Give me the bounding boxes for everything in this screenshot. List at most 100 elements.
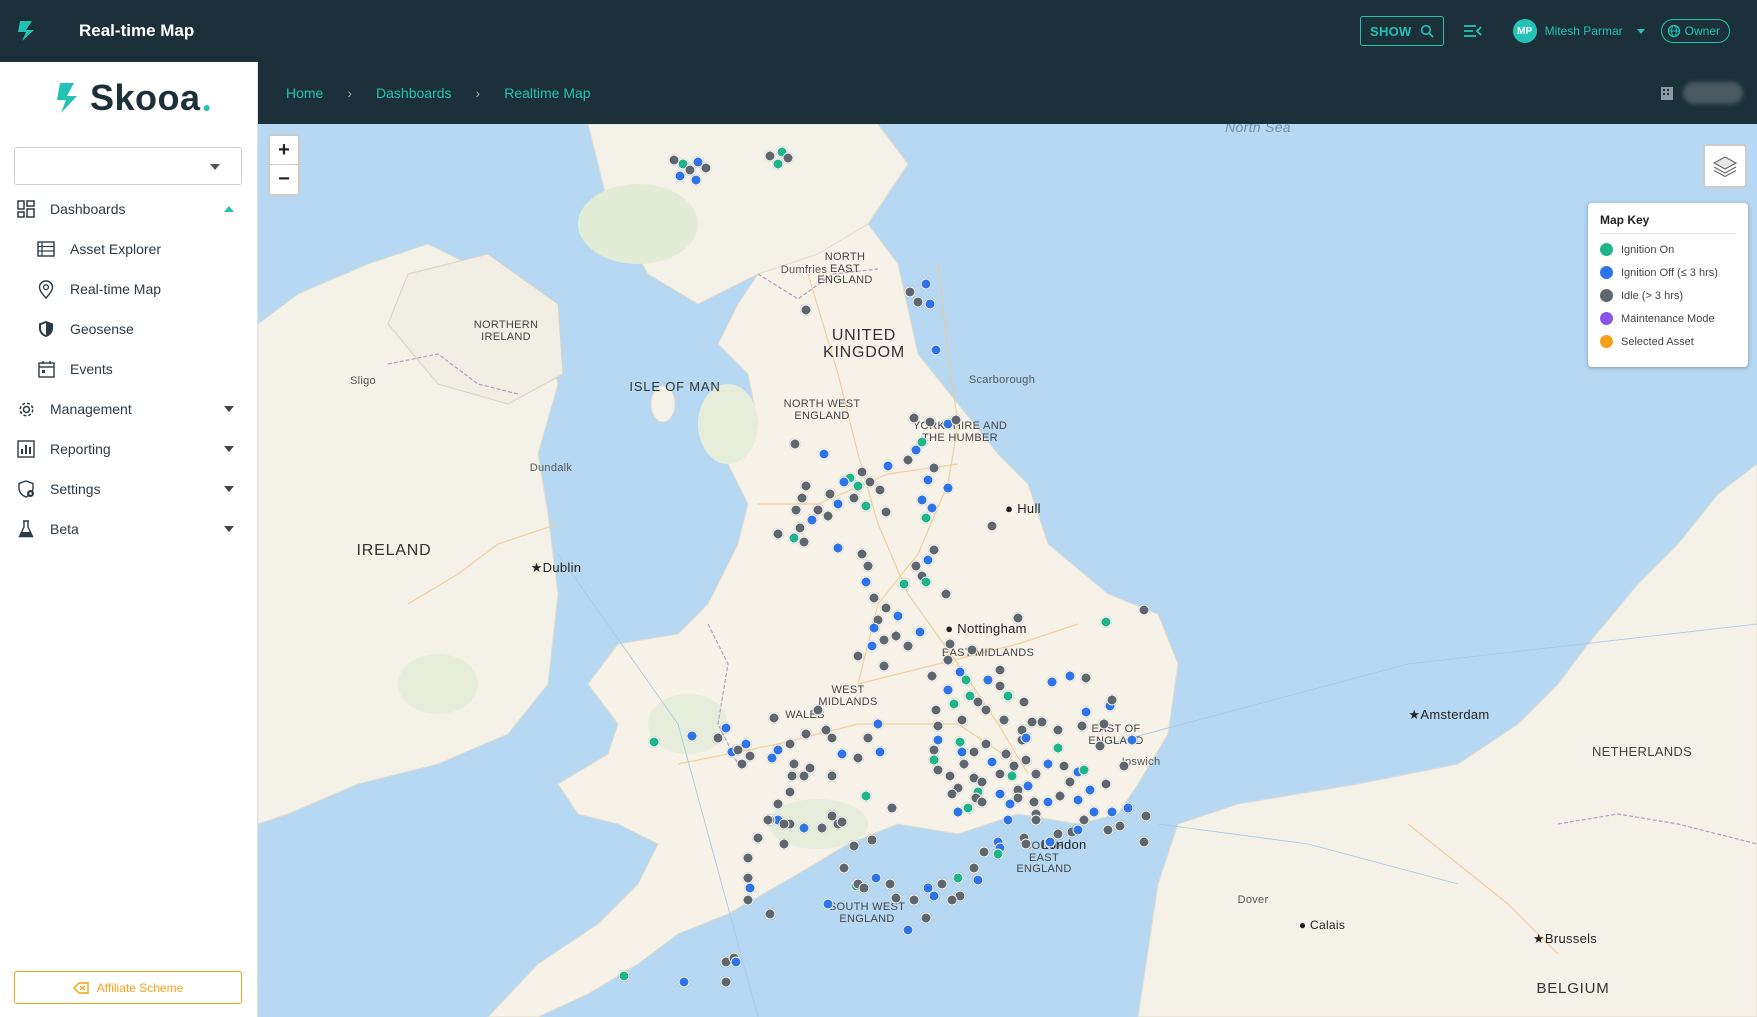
asset-marker[interactable] [1020, 838, 1032, 850]
asset-marker[interactable] [1012, 792, 1024, 804]
asset-marker[interactable] [836, 748, 848, 760]
sidebar-item-dashboards[interactable]: Dashboards [0, 191, 258, 227]
asset-marker[interactable] [762, 814, 774, 826]
breadcrumb-home[interactable]: Home [286, 85, 323, 101]
brand-logo[interactable]: Skooa ● [52, 77, 211, 119]
asset-marker[interactable] [784, 786, 796, 798]
asset-marker[interactable] [822, 510, 834, 522]
role-badge[interactable]: Owner [1660, 19, 1730, 43]
asset-marker[interactable] [800, 728, 812, 740]
sidebar-item-realtime-map[interactable]: Real-time Map [0, 271, 258, 307]
asset-marker[interactable] [956, 714, 968, 726]
asset-marker[interactable] [890, 892, 902, 904]
asset-marker[interactable] [994, 664, 1006, 676]
asset-marker[interactable] [902, 640, 914, 652]
asset-marker[interactable] [968, 862, 980, 874]
asset-marker[interactable] [986, 520, 998, 532]
asset-marker[interactable] [1084, 784, 1096, 796]
asset-marker[interactable] [902, 924, 914, 936]
asset-marker[interactable] [790, 504, 802, 516]
asset-marker[interactable] [766, 752, 778, 764]
asset-marker[interactable] [994, 768, 1006, 780]
asset-marker[interactable] [674, 170, 686, 182]
asset-marker[interactable] [744, 882, 756, 894]
realtime-map[interactable]: North Sea Dumfries NORTH EAST ENGLAND UN… [258, 124, 1757, 1017]
asset-marker[interactable] [1000, 748, 1012, 760]
asset-marker[interactable] [982, 674, 994, 686]
asset-marker[interactable] [1140, 810, 1152, 822]
asset-marker[interactable] [944, 638, 956, 650]
asset-marker[interactable] [924, 416, 936, 428]
asset-marker[interactable] [1106, 806, 1118, 818]
sidebar-item-beta[interactable]: Beta [0, 511, 258, 547]
asset-marker[interactable] [838, 476, 850, 488]
asset-marker[interactable] [866, 834, 878, 846]
show-search-button[interactable]: SHOW [1359, 16, 1444, 46]
asset-marker[interactable] [942, 654, 954, 666]
asset-marker[interactable] [648, 736, 660, 748]
affiliate-scheme-button[interactable]: Affiliate Scheme [14, 971, 242, 1004]
asset-marker[interactable] [1100, 778, 1112, 790]
asset-marker[interactable] [902, 454, 914, 466]
asset-marker[interactable] [910, 444, 922, 456]
asset-marker[interactable] [690, 174, 702, 186]
asset-marker[interactable] [804, 762, 816, 774]
asset-marker[interactable] [890, 630, 902, 642]
asset-marker[interactable] [1064, 670, 1076, 682]
asset-marker[interactable] [1020, 732, 1032, 744]
asset-marker[interactable] [852, 480, 864, 492]
asset-marker[interactable] [832, 542, 844, 554]
asset-marker[interactable] [782, 152, 794, 164]
asset-marker[interactable] [860, 500, 872, 512]
menu-collapse-icon[interactable] [1461, 20, 1483, 42]
asset-marker[interactable] [994, 788, 1006, 800]
asset-marker[interactable] [866, 640, 878, 652]
asset-marker[interactable] [778, 818, 790, 830]
asset-marker[interactable] [920, 278, 932, 290]
asset-marker[interactable] [920, 512, 932, 524]
asset-marker[interactable] [930, 344, 942, 356]
asset-marker[interactable] [932, 720, 944, 732]
asset-marker[interactable] [882, 460, 894, 472]
asset-marker[interactable] [942, 684, 954, 696]
asset-marker[interactable] [784, 738, 796, 750]
asset-marker[interactable] [1080, 672, 1092, 684]
asset-marker[interactable] [942, 482, 954, 494]
asset-marker[interactable] [956, 746, 968, 758]
sidebar-item-events[interactable]: Events [0, 351, 258, 387]
asset-marker[interactable] [856, 548, 868, 560]
asset-marker[interactable] [832, 498, 844, 510]
asset-marker[interactable] [1126, 734, 1138, 746]
asset-marker[interactable] [960, 674, 972, 686]
asset-marker[interactable] [1102, 824, 1114, 836]
asset-marker[interactable] [992, 848, 1004, 860]
asset-marker[interactable] [800, 304, 812, 316]
account-switcher[interactable] [1659, 82, 1743, 104]
asset-marker[interactable] [1094, 740, 1106, 752]
asset-marker[interactable] [712, 732, 724, 744]
asset-marker[interactable] [878, 660, 890, 672]
sidebar-item-settings[interactable]: Settings [0, 471, 258, 507]
asset-marker[interactable] [618, 970, 630, 982]
asset-marker[interactable] [878, 634, 890, 646]
asset-marker[interactable] [768, 712, 780, 724]
asset-marker[interactable] [824, 488, 836, 500]
asset-marker[interactable] [880, 506, 892, 518]
asset-marker[interactable] [930, 704, 942, 716]
asset-marker[interactable] [826, 732, 838, 744]
zoom-out-button[interactable]: − [270, 165, 298, 194]
asset-marker[interactable] [948, 698, 960, 710]
asset-marker[interactable] [1022, 780, 1034, 792]
asset-marker[interactable] [928, 544, 940, 556]
asset-marker[interactable] [922, 474, 934, 486]
asset-marker[interactable] [964, 690, 976, 702]
asset-marker[interactable] [986, 756, 998, 768]
asset-marker[interactable] [932, 764, 944, 776]
asset-marker[interactable] [1006, 770, 1018, 782]
asset-marker[interactable] [976, 796, 988, 808]
asset-marker[interactable] [966, 644, 978, 656]
asset-marker[interactable] [1076, 720, 1088, 732]
asset-marker[interactable] [826, 770, 838, 782]
asset-marker[interactable] [886, 802, 898, 814]
asset-marker[interactable] [816, 822, 828, 834]
